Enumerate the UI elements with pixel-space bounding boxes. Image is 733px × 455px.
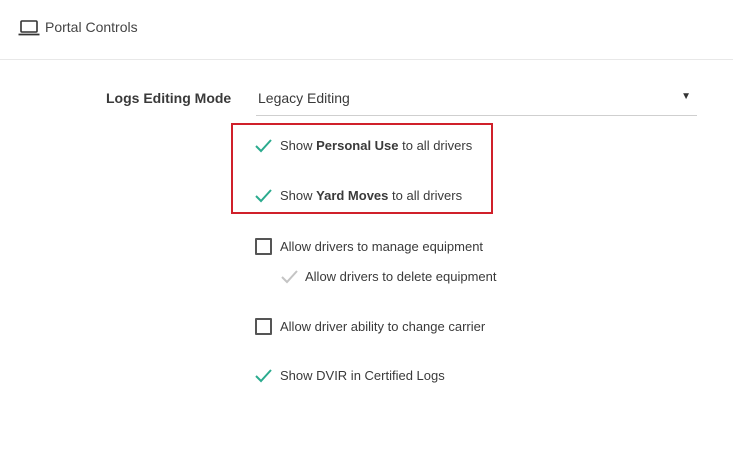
personal-use-label: Show Personal Use to all drivers [280, 138, 473, 153]
delete-equipment-option: Allow drivers to delete equipment [280, 268, 510, 288]
dropdown-arrow-icon: ▼ [681, 91, 691, 102]
laptop-icon [18, 20, 40, 36]
checkmark-icon [255, 139, 272, 153]
change-carrier-option[interactable]: Allow driver ability to change carrier [255, 318, 505, 338]
logs-editing-mode-value: Legacy Editing [258, 90, 350, 106]
page-title: Portal Controls [45, 19, 138, 35]
yard-moves-option[interactable]: Show Yard Moves to all drivers [254, 187, 484, 207]
manage-equipment-option[interactable]: Allow drivers to manage equipment [255, 238, 495, 258]
logs-editing-mode-select[interactable]: Legacy Editing ▼ [256, 80, 697, 116]
checkmark-disabled-icon [281, 270, 298, 284]
logs-editing-mode-label: Logs Editing Mode [106, 90, 232, 106]
change-carrier-label: Allow driver ability to change carrier [280, 319, 486, 334]
page-header: Portal Controls [0, 0, 733, 60]
yard-moves-label: Show Yard Moves to all drivers [280, 188, 463, 203]
manage-equipment-checkbox[interactable] [255, 238, 272, 255]
dvir-label: Show DVIR in Certified Logs [280, 368, 445, 383]
personal-use-option[interactable]: Show Personal Use to all drivers [254, 137, 484, 157]
change-carrier-checkbox[interactable] [255, 318, 272, 335]
checkmark-icon [255, 369, 272, 383]
dvir-option[interactable]: Show DVIR in Certified Logs [254, 367, 454, 387]
checkmark-icon [255, 189, 272, 203]
delete-equipment-label: Allow drivers to delete equipment [305, 269, 497, 284]
manage-equipment-label: Allow drivers to manage equipment [280, 239, 484, 254]
